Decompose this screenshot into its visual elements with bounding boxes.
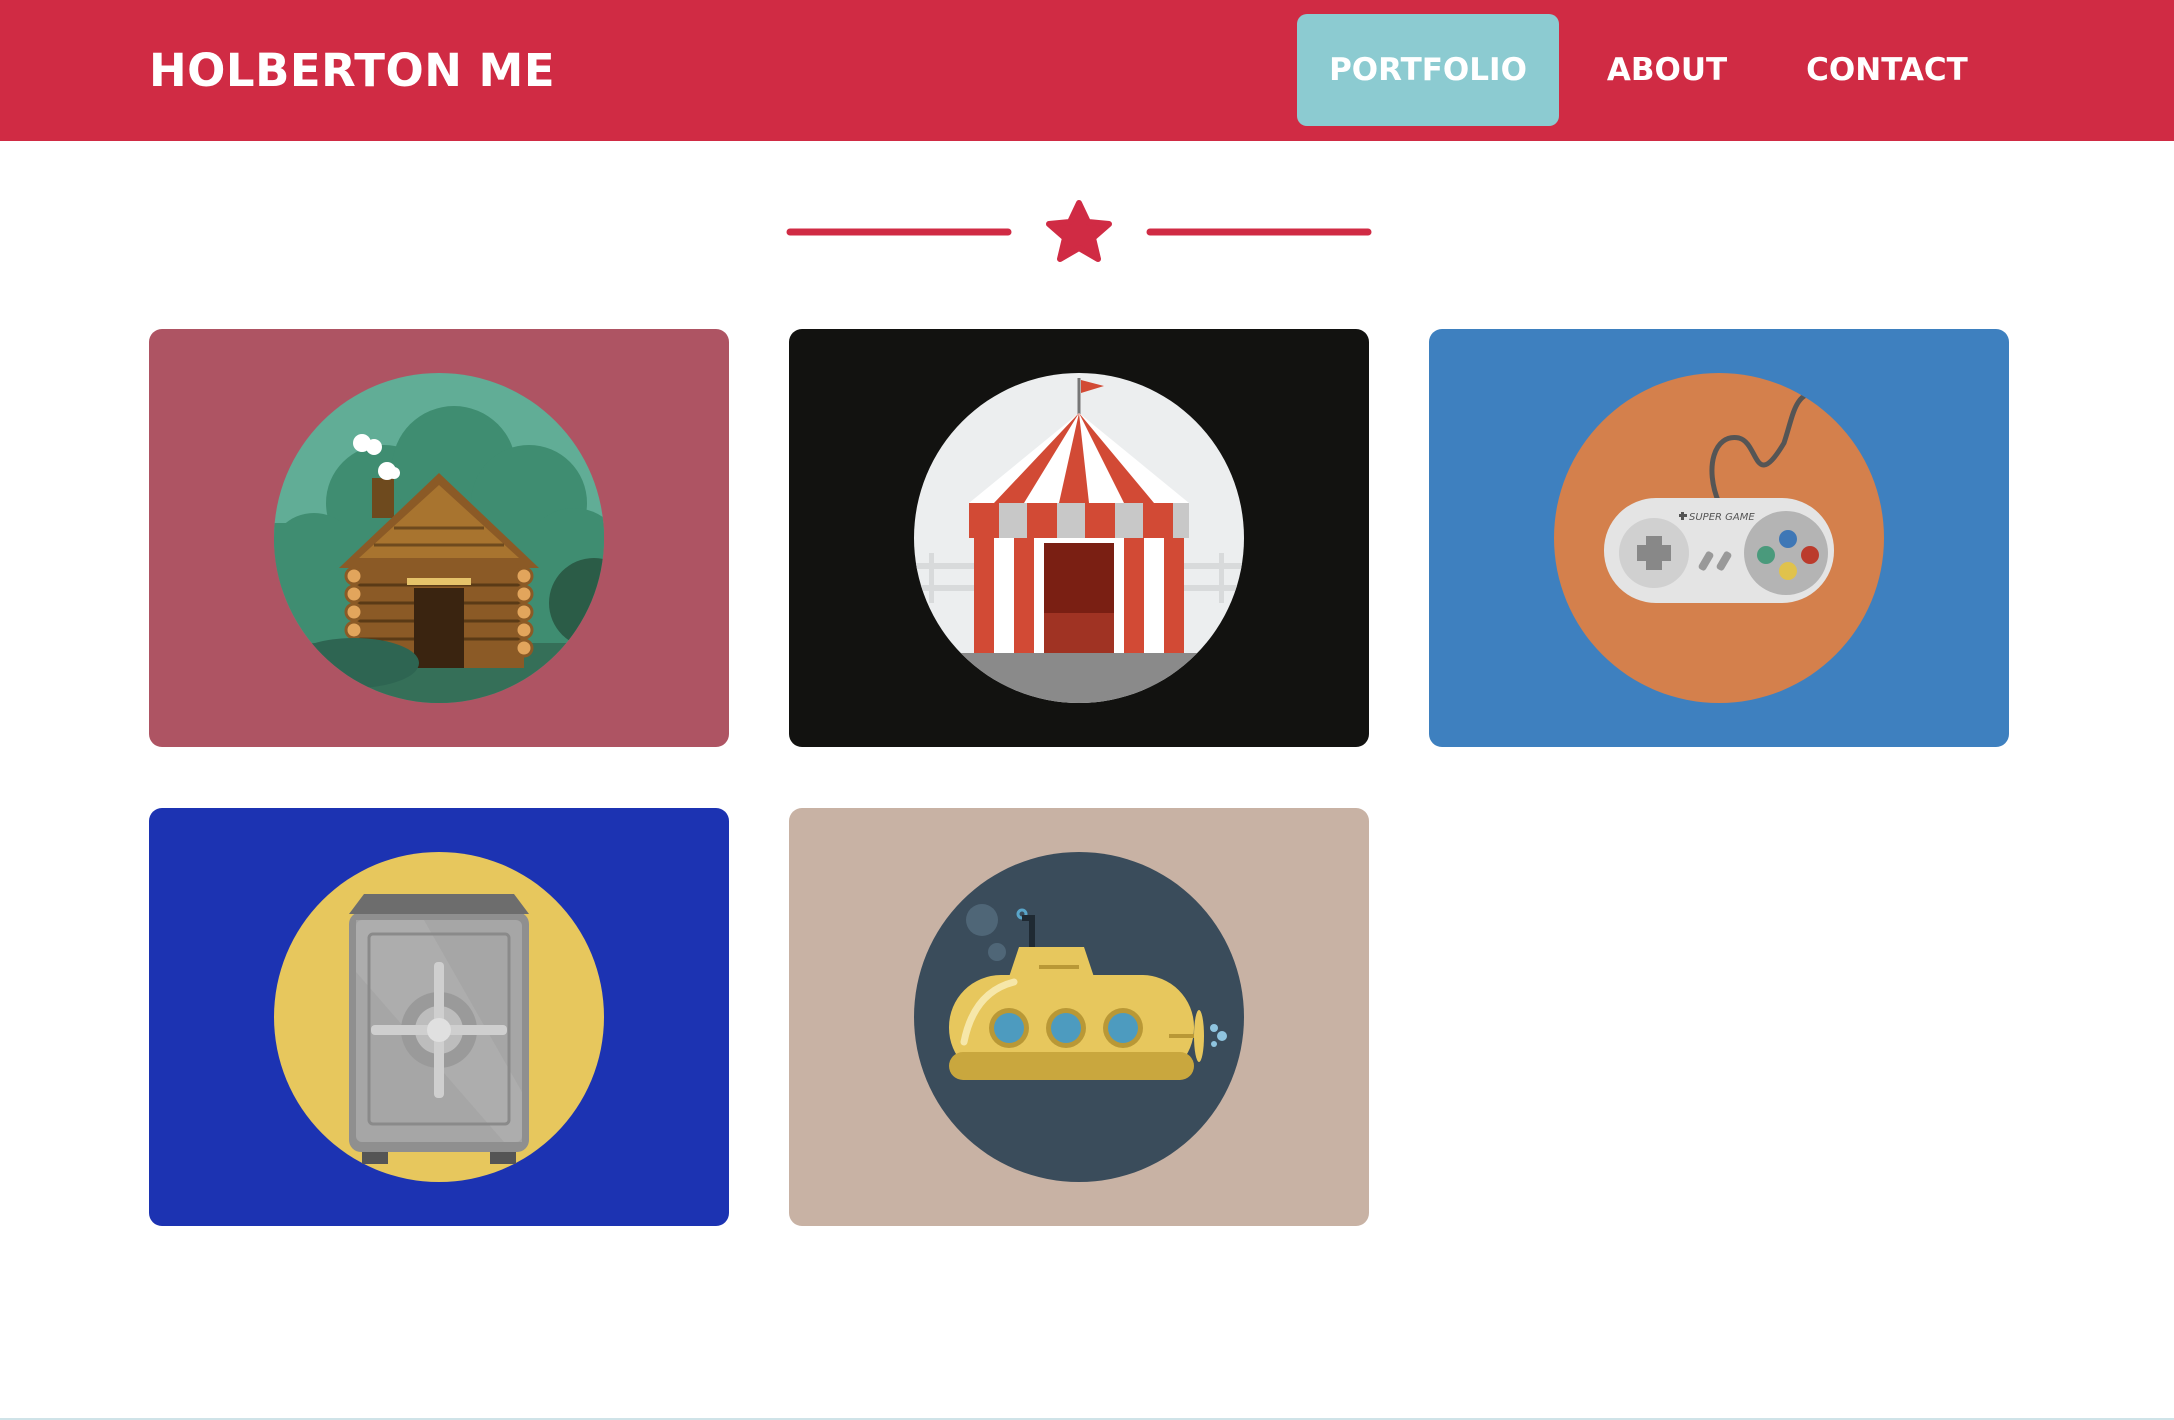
portfolio-item-safe[interactable] bbox=[149, 808, 729, 1226]
brand-logo[interactable]: HOLBERTON ME bbox=[149, 0, 555, 141]
portfolio-item-submarine[interactable] bbox=[789, 808, 1369, 1226]
game-controller-icon: SUPER GAME bbox=[1554, 373, 1884, 703]
nav-about[interactable]: ABOUT bbox=[1582, 14, 1752, 126]
submarine-icon bbox=[914, 852, 1244, 1182]
nav-contact[interactable]: CONTACT bbox=[1780, 14, 1994, 126]
controller-label: SUPER GAME bbox=[1689, 512, 1755, 523]
star-icon bbox=[1046, 200, 1112, 262]
circus-tent-icon bbox=[914, 373, 1244, 703]
portfolio-item-controller[interactable]: SUPER GAME bbox=[1429, 329, 2009, 747]
star-divider bbox=[786, 200, 1372, 262]
safe-icon bbox=[274, 852, 604, 1182]
portfolio-item-cabin[interactable] bbox=[149, 329, 729, 747]
portfolio-item-circus[interactable] bbox=[789, 329, 1369, 747]
log-cabin-icon bbox=[274, 373, 604, 703]
navbar: HOLBERTON ME PORTFOLIO ABOUT CONTACT bbox=[0, 0, 2174, 141]
nav-portfolio[interactable]: PORTFOLIO bbox=[1297, 14, 1559, 126]
